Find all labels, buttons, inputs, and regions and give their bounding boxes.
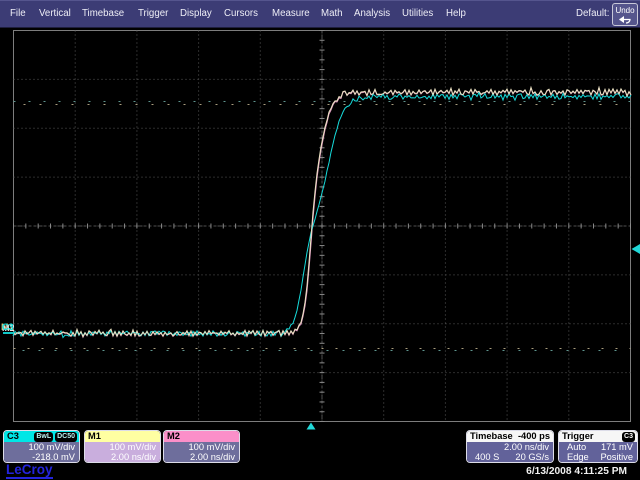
svg-text:C3: C3 bbox=[2, 322, 14, 332]
